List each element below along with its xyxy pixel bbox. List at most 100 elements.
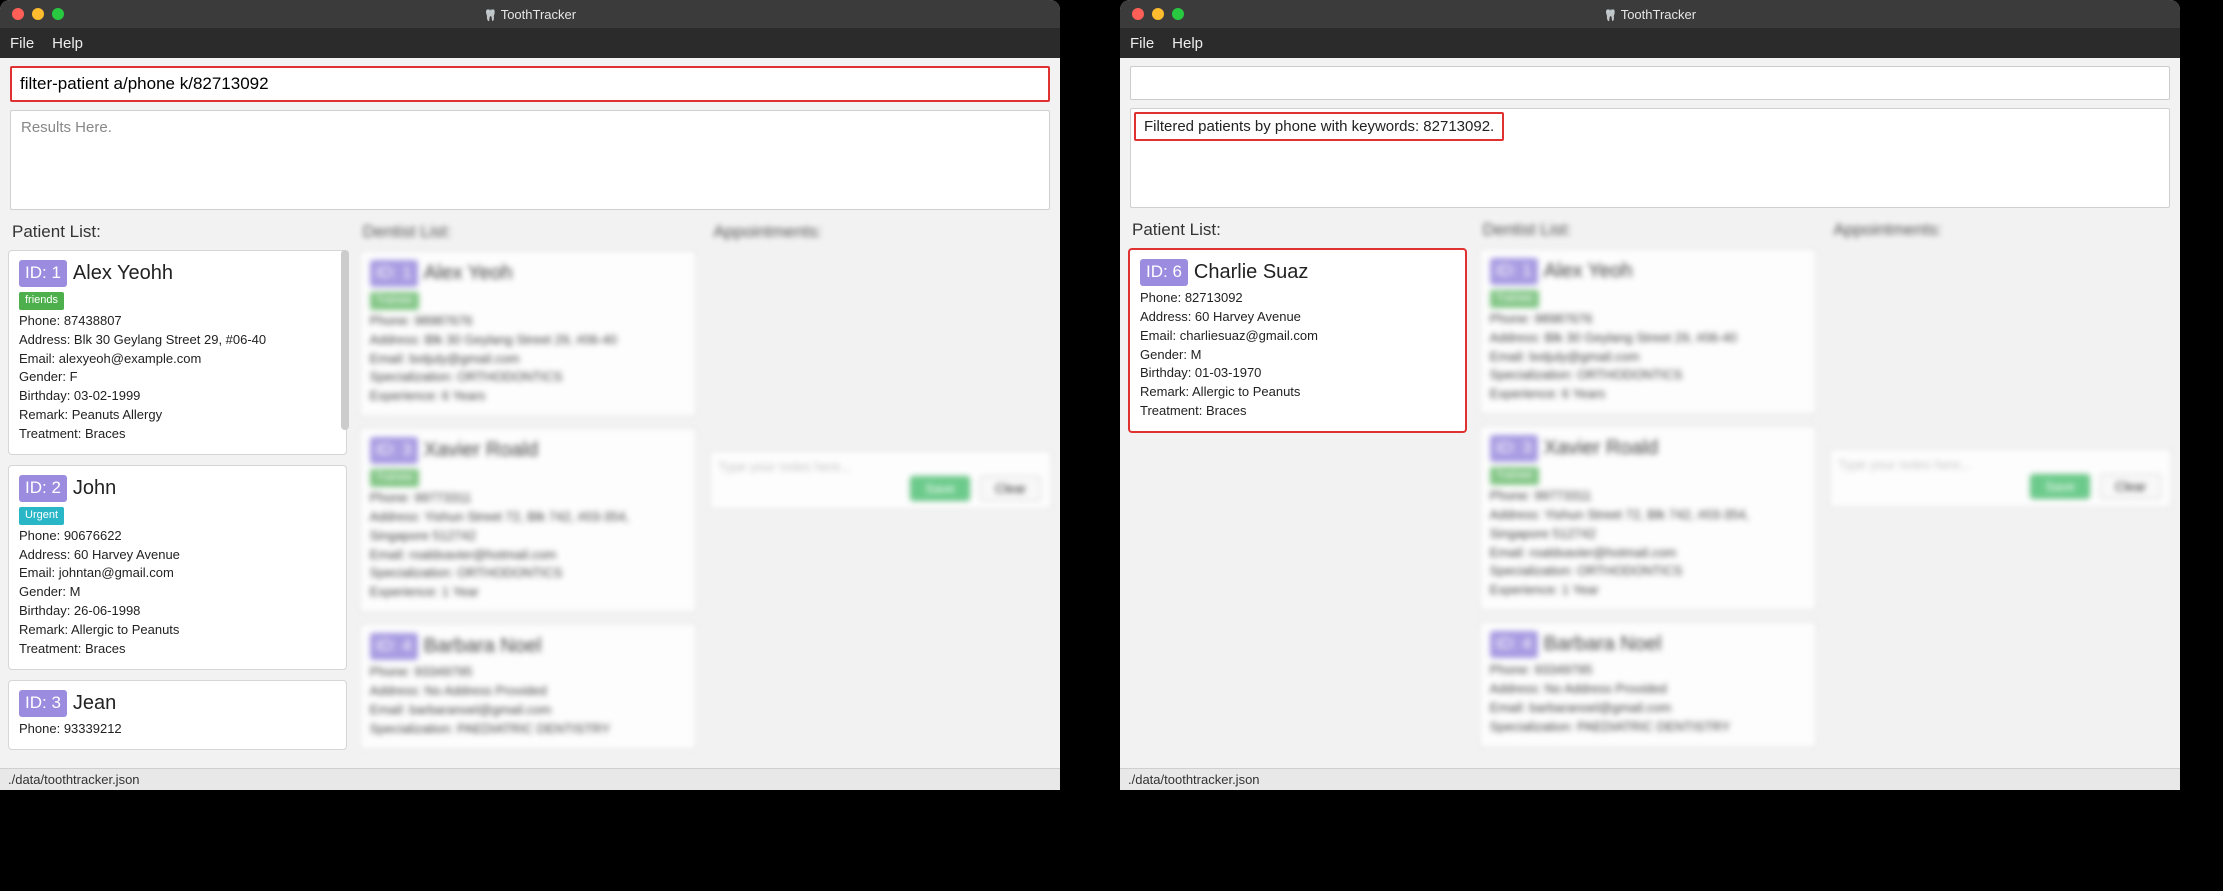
dentist-exp: Experience: 1 Year [370,583,687,602]
window-title: ToothTracker [1120,7,2180,22]
dentist-name: Xavier Roald [1544,434,1659,463]
patient-birthday: Birthday: 26-06-1998 [19,602,336,621]
patient-card[interactable]: ID: 3 Jean Phone: 93339212 [8,680,347,750]
id-chip: ID: 1 [1490,258,1538,285]
patient-treatment: Treatment: Braces [1140,402,1455,421]
minimize-icon[interactable] [32,8,44,20]
command-input[interactable] [10,66,1050,102]
patient-card[interactable]: ID: 6 Charlie Suaz Phone: 82713092 Addre… [1128,248,1467,433]
dentist-address: Address: Blk 30 Geylang Street 29, #06-4… [1490,329,1807,348]
notes-area[interactable]: Type your notes here... Save Clear [709,450,1052,510]
dentist-name: Xavier Roald [424,436,539,465]
patient-card[interactable]: ID: 2 John Urgent Phone: 90676622 Addres… [8,465,347,670]
menubar: File Help [0,28,1060,58]
id-chip: ID: 4 [1490,631,1538,658]
appointments-title: Appointments: [1829,214,2172,248]
menu-help[interactable]: Help [52,35,83,52]
id-chip: ID: 1 [370,260,418,287]
dentist-phone: Phone: 93349795 [370,663,687,682]
appointments-title: Appointments: [709,216,1052,250]
dentist-address: Address: Yishun Street 72, Blk 742, #03-… [370,508,687,546]
id-chip: ID: 2 [19,475,67,502]
patient-card[interactable]: ID: 1 Alex Yeohh friends Phone: 87438807… [8,250,347,455]
patient-phone: Phone: 87438807 [19,312,336,331]
dentist-name: Alex Yeoh [1544,257,1633,286]
dentist-spec: Specialization: PAEDIATRIC DENTISTRY [1490,718,1807,737]
footer-path: ./data/toothtracker.json [0,768,1060,790]
dentist-spec: Specialization: ORTHODONTICS [1490,562,1807,581]
close-icon[interactable] [1132,8,1144,20]
patient-address: Address: 60 Harvey Avenue [19,546,336,565]
dentist-card[interactable]: ID: 1 Alex Yeoh Trainee Phone: 98987676 … [1479,248,1818,415]
notes-area[interactable]: Type your notes here... Save Clear [1829,448,2172,508]
menu-file[interactable]: File [1130,35,1154,52]
patient-address: Address: Blk 30 Geylang Street 29, #06-4… [19,331,336,350]
patient-gender: Gender: M [19,583,336,602]
id-chip: ID: 6 [1140,259,1188,286]
dentist-exp: Experience: 1 Year [1490,581,1807,600]
notes-placeholder: Type your notes here... [718,459,851,474]
patient-name: Alex Yeohh [73,259,173,288]
patient-remark: Remark: Allergic to Peanuts [1140,383,1455,402]
maximize-icon[interactable] [52,8,64,20]
patient-treatment: Treatment: Braces [19,640,336,659]
dentist-spec: Specialization: PAEDIATRIC DENTISTRY [370,720,687,739]
close-icon[interactable] [12,8,24,20]
dentist-list-column: Dentist List: ID: 1 Alex Yeoh Trainee Ph… [359,216,702,768]
patient-name: Jean [73,689,116,718]
tag-badge: Trainee [370,292,419,310]
window-controls [1120,8,1184,20]
tag-badge: Urgent [19,507,64,525]
dentist-card[interactable]: ID: 1 Alex Yeoh Trainee Phone: 98987676 … [359,250,698,417]
id-chip: ID: 3 [370,437,418,464]
dentist-address: Address: Yishun Street 72, Blk 742, #03-… [1490,506,1807,544]
patient-list-title: Patient List: [1128,214,1471,248]
maximize-icon[interactable] [1172,8,1184,20]
menu-help[interactable]: Help [1172,35,1203,52]
dentist-phone: Phone: 98987676 [1490,310,1807,329]
window-title: ToothTracker [0,7,1060,22]
save-button[interactable]: Save [2030,474,2090,499]
dentist-card[interactable]: ID: 3 Xavier Roald Trainee Phone: 997733… [1479,425,1818,611]
patient-list-column: Patient List: ID: 1 Alex Yeohh friends P… [8,216,351,768]
save-button[interactable]: Save [910,476,970,501]
dentist-address: Address: No Address Provided [1490,680,1807,699]
patient-treatment: Treatment: Braces [19,425,336,444]
dentist-card[interactable]: ID: 4 Barbara Noel Phone: 93349795 Addre… [1479,621,1818,747]
patient-email: Email: alexyeoh@example.com [19,350,336,369]
minimize-icon[interactable] [1152,8,1164,20]
patient-phone: Phone: 90676622 [19,527,336,546]
dentist-email: Email: barbaranoel@gmail.com [1490,699,1807,718]
scrollbar[interactable] [341,250,349,430]
dentist-address: Address: No Address Provided [370,682,687,701]
dentist-name: Barbara Noel [1544,630,1662,659]
tag-badge: Trainee [370,469,419,487]
patient-email: Email: johntan@gmail.com [19,564,336,583]
patient-email: Email: charliesuaz@gmail.com [1140,327,1455,346]
dentist-email: Email: roaldxavier@hotmail.com [1490,544,1807,563]
dentist-spec: Specialization: ORTHODONTICS [1490,366,1807,385]
dentist-card[interactable]: ID: 3 Xavier Roald Trainee Phone: 997733… [359,427,698,613]
id-chip: ID: 3 [1490,435,1538,462]
dentist-exp: Experience: 6 Years [1490,385,1807,404]
titlebar[interactable]: ToothTracker [0,0,1060,28]
dentist-name: Alex Yeoh [424,259,513,288]
dentist-phone: Phone: 99773311 [1490,487,1807,506]
titlebar[interactable]: ToothTracker [1120,0,2180,28]
command-input[interactable] [1130,66,2170,100]
patient-name: Charlie Suaz [1194,258,1309,287]
clear-button[interactable]: Clear [2100,474,2161,499]
clear-button[interactable]: Clear [980,476,1041,501]
id-chip: ID: 1 [19,260,67,287]
menu-file[interactable]: File [10,35,34,52]
tag-badge: friends [19,292,64,310]
id-chip: ID: 3 [19,690,67,717]
tag-badge: Trainee [1490,467,1539,485]
patient-gender: Gender: F [19,368,336,387]
dentist-email: Email: botjuly@gmail.com [1490,348,1807,367]
dentist-card[interactable]: ID: 4 Barbara Noel Phone: 93349795 Addre… [359,623,698,749]
dentist-phone: Phone: 99773311 [370,489,687,508]
appointments-column: Appointments: Type your notes here... Sa… [709,216,1052,768]
dentist-phone: Phone: 98987676 [370,312,687,331]
dentist-name: Barbara Noel [424,632,542,661]
